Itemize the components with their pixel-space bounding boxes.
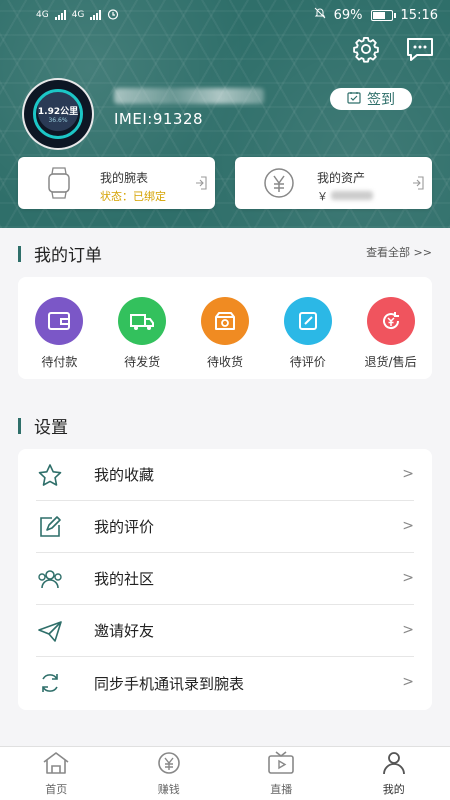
- box-icon: [200, 297, 249, 345]
- chevron-right-icon: >: [402, 622, 414, 638]
- calendar-icon: [347, 91, 361, 108]
- nav-label: 赚钱: [157, 782, 180, 796]
- settings-item-community[interactable]: 我的社区 >: [36, 553, 414, 605]
- nav-home[interactable]: 首页: [0, 747, 113, 800]
- order-status-panel: 待付款 待发货 待收货 待评价 退货/售后: [18, 277, 432, 379]
- my-watch-title: 我的腕表: [100, 171, 149, 185]
- signal-icon-2: [90, 10, 102, 20]
- settings-item-invite-friends[interactable]: 邀请好友 >: [36, 605, 414, 657]
- mute-icon: [314, 7, 326, 23]
- edit-icon: [283, 297, 332, 345]
- watch-face-distance: 1.92公里: [37, 107, 79, 117]
- settings-list: 我的收藏 > 我的评价 > 我的社区 > 邀请好友 > 同步手机通讯录到腕表 >: [18, 449, 432, 710]
- watch-bind-status: 状态：已绑定: [100, 190, 166, 203]
- truck-icon: [118, 297, 167, 345]
- settings-gear-icon[interactable]: [350, 34, 382, 64]
- battery-percent: 69%: [333, 7, 363, 23]
- alarm-icon: [107, 8, 119, 23]
- watch-face-percent: 36.6%: [48, 117, 68, 124]
- signin-label: 签到: [367, 92, 395, 108]
- settings-item-label: 邀请好友: [94, 622, 155, 640]
- edit-icon: [36, 515, 64, 539]
- my-watch-card[interactable]: 我的腕表 状态：已绑定: [18, 157, 215, 209]
- settings-item-sync-contacts[interactable]: 同步手机通讯录到腕表 >: [36, 657, 414, 709]
- order-label: 待付款: [41, 355, 78, 369]
- battery-icon: [370, 9, 396, 21]
- order-refund-aftersale[interactable]: 退货/售后: [351, 297, 431, 370]
- orders-section-title: 我的订单: [18, 241, 102, 266]
- order-pending-payment[interactable]: 待付款: [19, 297, 99, 370]
- order-pending-review[interactable]: 待评价: [268, 297, 348, 370]
- settings-item-label: 我的社区: [94, 570, 155, 588]
- community-icon: [36, 567, 64, 591]
- watch-icon: [46, 167, 72, 203]
- message-icon[interactable]: [404, 34, 436, 64]
- profile-icon: [380, 751, 408, 779]
- settings-item-label: 同步手机通讯录到腕表: [94, 674, 245, 693]
- tv-icon: [266, 750, 296, 779]
- order-label: 待发货: [124, 355, 161, 369]
- signal-icon: [54, 10, 66, 20]
- status-right: 69% 15:16: [314, 7, 438, 23]
- view-all-orders-link[interactable]: 查看全部 >>: [366, 244, 432, 260]
- nav-label: 直播: [270, 782, 293, 796]
- my-assets-card[interactable]: 我的资产 ￥: [235, 157, 432, 209]
- nav-label: 首页: [45, 782, 68, 796]
- order-label: 待收货: [206, 355, 243, 369]
- order-label: 待评价: [289, 355, 326, 369]
- wallet-icon: [35, 297, 84, 345]
- network-label-1: 4G: [36, 10, 49, 20]
- asset-currency: ￥: [317, 190, 328, 203]
- order-pending-receipt[interactable]: 待收货: [185, 297, 265, 370]
- sync-icon: [36, 671, 64, 695]
- bottom-navigation: 首页 赚钱 直播 我的: [0, 746, 450, 800]
- yen-coin-icon: [263, 167, 295, 203]
- chevron-right-icon: >: [402, 466, 414, 482]
- settings-item-label: 我的评价: [94, 518, 155, 536]
- nav-mine[interactable]: 我的: [338, 747, 450, 800]
- chevron-right-icon: >: [402, 570, 414, 586]
- enter-arrow-icon: [412, 175, 424, 194]
- send-icon: [36, 620, 64, 642]
- settings-item-reviews[interactable]: 我的评价 >: [36, 501, 414, 553]
- yen-coin-icon: [155, 751, 183, 779]
- asset-amount-blurred: [331, 191, 373, 200]
- avatar[interactable]: 1.92公里 36.6%: [22, 78, 94, 150]
- settings-item-favorites[interactable]: 我的收藏 >: [36, 449, 414, 501]
- watch-face-image: 1.92公里 36.6%: [33, 89, 83, 139]
- chevron-right-icon: >: [402, 674, 414, 690]
- settings-section-title: 设置: [18, 413, 68, 438]
- chevron-right-icon: >: [402, 518, 414, 534]
- profile-header: 4G 4G 69% 15:16 1.92公里 36.6% IMEI:91328 …: [0, 0, 450, 228]
- username-blurred: [114, 88, 264, 104]
- status-bar: 4G 4G 69% 15:16: [0, 0, 450, 30]
- network-label-2: 4G: [71, 10, 85, 20]
- nav-label: 我的: [382, 782, 405, 796]
- signin-button[interactable]: 签到: [330, 88, 412, 110]
- order-label: 退货/售后: [364, 355, 417, 369]
- nav-earn[interactable]: 赚钱: [113, 747, 226, 800]
- refund-icon: [366, 297, 415, 345]
- nav-live[interactable]: 直播: [225, 747, 338, 800]
- enter-arrow-icon: [195, 175, 207, 194]
- settings-item-label: 我的收藏: [94, 466, 155, 484]
- imei-label: IMEI:91328: [114, 110, 204, 128]
- my-assets-title: 我的资产: [317, 171, 366, 185]
- star-icon: [36, 463, 64, 487]
- signal-indicators: 4G 4G: [36, 8, 119, 23]
- order-pending-shipment[interactable]: 待发货: [102, 297, 182, 370]
- clock-time: 15:16: [400, 7, 438, 23]
- home-icon: [41, 751, 71, 779]
